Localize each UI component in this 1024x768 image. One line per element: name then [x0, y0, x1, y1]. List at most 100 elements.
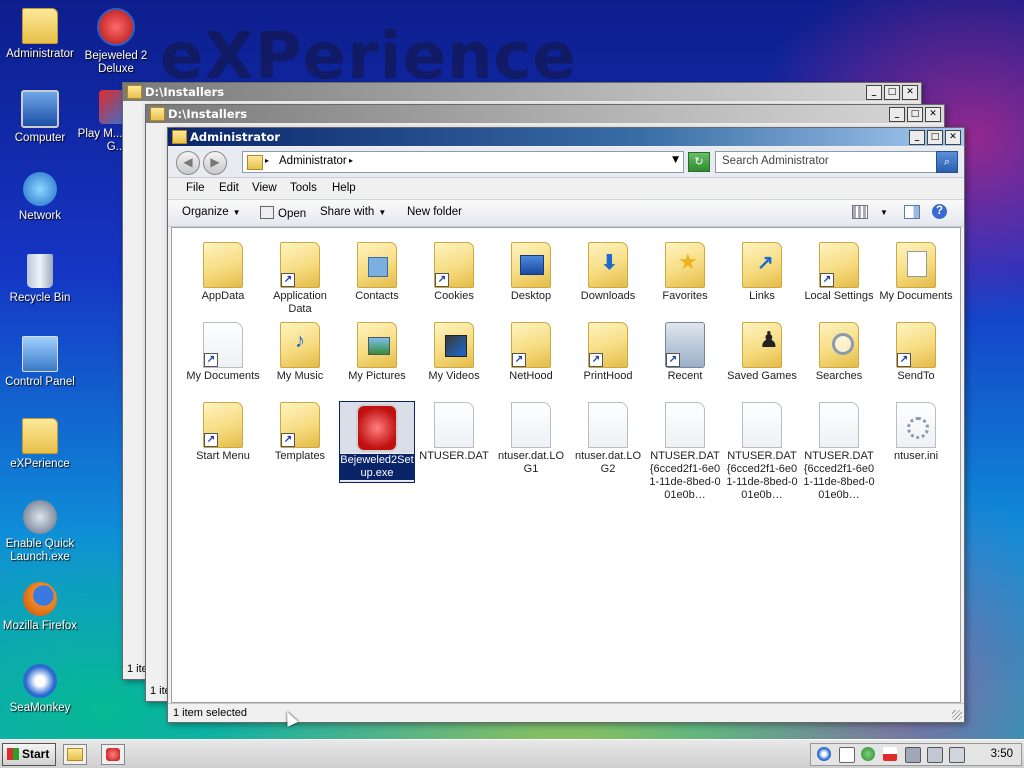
file-item[interactable]: NTUSER.DAT{6cced2f1-6e01-11de-8bed-001e0… — [725, 402, 799, 502]
recycle-bin-icon — [27, 254, 53, 288]
file-item[interactable]: My Documents — [879, 242, 953, 303]
speaker-tray-icon[interactable] — [927, 747, 943, 763]
security-tray-icon[interactable] — [861, 747, 875, 761]
file-item[interactable]: ↗ Recent — [648, 322, 722, 383]
window-titlebar[interactable]: Administrator _ □ ✕ — [168, 128, 964, 146]
organize-button[interactable]: Organize ▼ — [182, 206, 241, 218]
menu-view[interactable]: View — [252, 182, 277, 194]
address-bar[interactable]: ▸ Administrator ▸ ▼ — [242, 151, 684, 173]
resize-grip-icon[interactable] — [952, 710, 962, 720]
file-icon — [665, 402, 705, 448]
desktop-icon-bejeweled[interactable]: Bejeweled 2 Deluxe — [76, 8, 156, 76]
open-button[interactable]: Open — [260, 206, 306, 220]
file-item[interactable]: ↗ SendTo — [879, 322, 953, 383]
clock[interactable]: 3:50 — [991, 748, 1013, 760]
close-button[interactable]: ✕ — [902, 85, 918, 100]
file-label: Contacts — [355, 290, 399, 302]
file-item[interactable]: NTUSER.DAT{6cced2f1-6e01-11de-8bed-001e0… — [802, 402, 876, 502]
menu-help[interactable]: Help — [332, 182, 356, 194]
search-box[interactable]: Search Administrator ⌕ — [715, 151, 958, 173]
minimize-button[interactable]: _ — [889, 107, 905, 122]
file-item[interactable]: ntuser.ini — [879, 402, 953, 463]
file-item-selected[interactable]: Bejeweled2Setup.exe — [339, 401, 415, 483]
breadcrumb-arrow-icon[interactable]: ▸ — [349, 156, 353, 165]
file-item[interactable]: ↗ Templates — [263, 402, 337, 463]
desktop-icon-recycle-bin[interactable]: Recycle Bin — [0, 254, 80, 305]
chevron-down-icon[interactable]: ▼ — [880, 208, 888, 217]
file-item[interactable]: NTUSER.DAT{6cced2f1-6e01-11de-8bed-001e0… — [648, 402, 722, 502]
preview-pane-icon[interactable] — [904, 205, 920, 219]
desktop-icon-administrator[interactable]: Administrator — [0, 8, 80, 61]
flag-tray-icon[interactable] — [883, 747, 897, 761]
views-icon[interactable] — [852, 205, 868, 219]
chevron-down-icon: ▼ — [378, 208, 387, 217]
file-list[interactable]: AppData ↗ Application Data Contacts ↗ Co… — [171, 227, 961, 703]
help-icon[interactable]: ? — [932, 204, 947, 219]
file-item[interactable]: My Videos — [417, 322, 491, 383]
taskbar-explorer-button[interactable] — [63, 744, 87, 765]
search-input[interactable]: Search Administrator — [722, 155, 829, 167]
file-item[interactable]: Searches — [802, 322, 876, 383]
seamonkey-tray-icon[interactable] — [817, 747, 831, 761]
desktop-icon-computer[interactable]: Computer — [0, 90, 80, 145]
address-text[interactable]: Administrator — [279, 155, 347, 167]
file-item[interactable]: ★ Favorites — [648, 242, 722, 303]
menu-file[interactable]: File — [186, 182, 205, 194]
file-item[interactable]: My Pictures — [340, 322, 414, 383]
file-item[interactable]: ♪ My Music — [263, 322, 337, 383]
desktop-icon-quick-launch[interactable]: Enable Quick Launch.exe — [0, 500, 80, 564]
explorer-window[interactable]: Administrator _ □ ✕ ◀ ▶ ▸ Administrator … — [167, 127, 965, 723]
taskbar-bejeweled-button[interactable] — [101, 744, 125, 765]
file-item[interactable]: ntuser.dat.LOG1 — [494, 402, 568, 476]
close-button[interactable]: ✕ — [925, 107, 941, 122]
start-button[interactable]: Start — [2, 743, 56, 766]
desktop-icon-firefox[interactable]: Mozilla Firefox — [0, 582, 80, 633]
file-item[interactable]: ↗ NetHood — [494, 322, 568, 383]
menu-tools[interactable]: Tools — [290, 182, 317, 194]
refresh-button[interactable]: ↻ — [688, 152, 710, 172]
file-item[interactable]: Desktop — [494, 242, 568, 303]
file-item[interactable]: AppData — [186, 242, 260, 303]
file-item[interactable]: ↗ PrintHood — [571, 322, 645, 383]
maximize-button[interactable]: □ — [884, 85, 900, 100]
firefox-icon — [23, 582, 57, 616]
document-tray-icon[interactable] — [839, 747, 855, 763]
file-item[interactable]: ♟ Saved Games — [725, 322, 799, 383]
network-tray-icon[interactable] — [905, 747, 921, 763]
contact-card-icon — [368, 257, 388, 277]
share-with-button[interactable]: Share with ▼ — [320, 206, 386, 218]
file-item[interactable]: NTUSER.DAT — [417, 402, 491, 463]
desktop-icon-control-panel[interactable]: Control Panel — [0, 336, 80, 389]
new-folder-button[interactable]: New folder — [407, 206, 462, 218]
file-item[interactable]: ↗ Start Menu — [186, 402, 260, 463]
window-titlebar[interactable]: D:\Installers _ □ ✕ — [123, 83, 921, 101]
forward-button[interactable]: ▶ — [203, 151, 227, 175]
close-button[interactable]: ✕ — [945, 130, 961, 145]
desktop-icon-seamonkey[interactable]: SeaMonkey — [0, 664, 80, 715]
maximize-button[interactable]: □ — [907, 107, 923, 122]
file-item[interactable]: ntuser.dat.LOG2 — [571, 402, 645, 476]
minimize-button[interactable]: _ — [909, 130, 925, 145]
file-item[interactable]: ↗ Application Data — [263, 242, 337, 316]
desktop-icon-network[interactable]: Network — [0, 172, 80, 223]
file-icon — [588, 402, 628, 448]
window-titlebar[interactable]: D:\Installers _ □ ✕ — [146, 105, 944, 123]
file-item[interactable]: ↗ Links — [725, 242, 799, 303]
back-button[interactable]: ◀ — [176, 151, 200, 175]
file-item[interactable]: Contacts — [340, 242, 414, 303]
desktop-icon-experience[interactable]: eXPerience — [0, 418, 80, 471]
file-item[interactable]: ⬇ Downloads — [571, 242, 645, 303]
maximize-button[interactable]: □ — [927, 130, 943, 145]
file-item[interactable]: ↗ Cookies — [417, 242, 491, 303]
menu-edit[interactable]: Edit — [219, 182, 239, 194]
file-item[interactable]: ↗ Local Settings — [802, 242, 876, 303]
searches-folder-icon — [819, 322, 859, 368]
file-label: SendTo — [897, 370, 935, 382]
minimize-button[interactable]: _ — [866, 85, 882, 100]
chevron-down-icon[interactable]: ▼ — [672, 155, 679, 165]
device-tray-icon[interactable] — [949, 747, 965, 763]
breadcrumb-arrow-icon[interactable]: ▸ — [265, 156, 269, 165]
search-button[interactable]: ⌕ — [936, 151, 958, 173]
file-item[interactable]: ↗ My Documents — [186, 322, 260, 383]
contacts-folder-icon — [357, 242, 397, 288]
